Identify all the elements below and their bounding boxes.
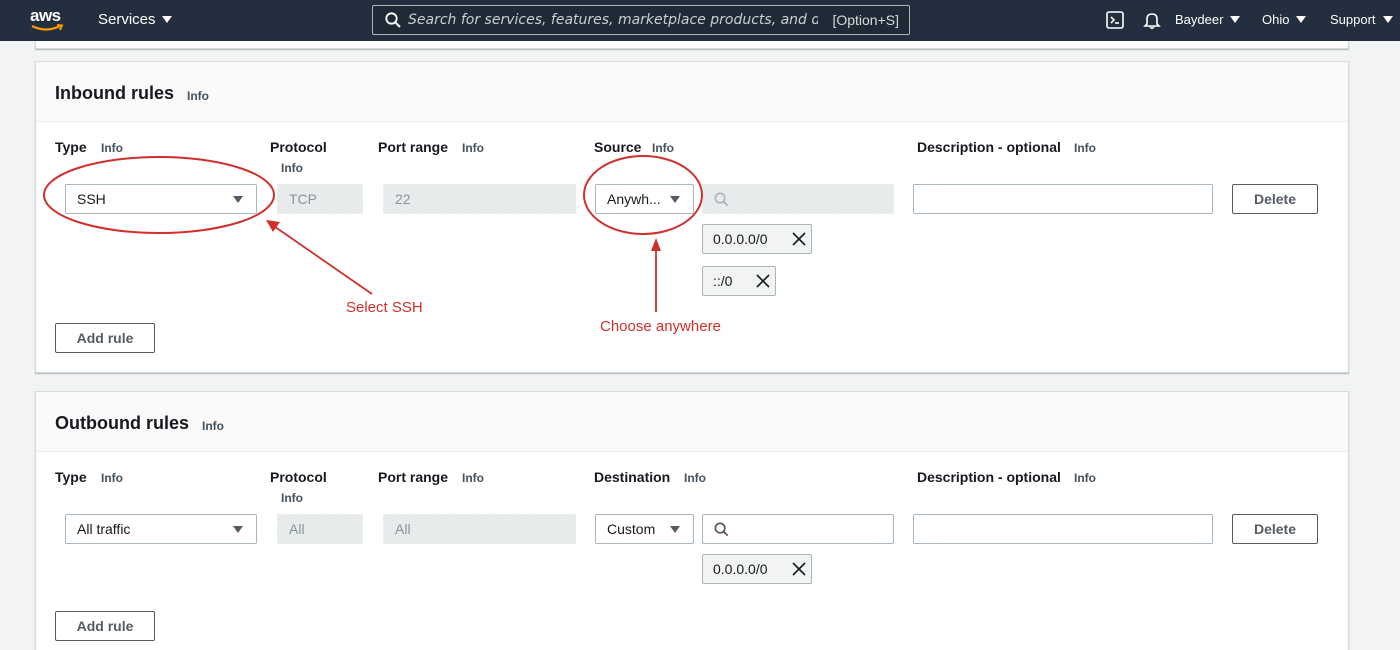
type-info-link[interactable]: Info xyxy=(101,471,123,485)
outbound-add-rule-button[interactable]: Add rule xyxy=(55,611,155,641)
chevron-down-icon xyxy=(1296,16,1307,23)
outbound-description-input[interactable] xyxy=(913,514,1213,544)
inbound-type-select[interactable]: SSH xyxy=(65,184,257,214)
source-info-link[interactable]: Info xyxy=(652,141,674,155)
protocol-info-link[interactable]: Info xyxy=(281,491,303,505)
support-menu[interactable]: Support xyxy=(1330,12,1393,27)
destination-column-label: Destination xyxy=(594,469,671,485)
caret-down-icon xyxy=(670,196,680,203)
services-label: Services xyxy=(98,11,156,28)
type-info-link[interactable]: Info xyxy=(101,141,123,155)
outbound-rules-title: Outbound rules xyxy=(55,413,189,433)
chevron-down-icon xyxy=(161,16,172,23)
aws-logo-text: aws xyxy=(30,6,61,25)
outbound-protocol-value: All xyxy=(289,521,305,537)
port-range-info-link[interactable]: Info xyxy=(462,141,484,155)
bell-icon[interactable] xyxy=(1142,10,1162,30)
close-icon[interactable] xyxy=(791,561,807,577)
inbound-port-range-value: 22 xyxy=(395,191,411,207)
description-column-label: Description - optional xyxy=(917,469,1061,485)
source-column-label: Source xyxy=(594,139,642,155)
inbound-cidr-value: ::/0 xyxy=(713,273,733,289)
description-column-label: Description - optional xyxy=(917,139,1061,155)
outbound-rules-header: Outbound rules Info xyxy=(36,392,1348,452)
inbound-protocol-field: TCP xyxy=(277,184,363,214)
inbound-protocol-value: TCP xyxy=(289,191,317,207)
outbound-rules-info-link[interactable]: Info xyxy=(202,419,224,433)
inbound-source-value: Anywh... xyxy=(607,191,661,207)
close-icon[interactable] xyxy=(791,231,807,247)
choose-anywhere-annotation: Choose anywhere xyxy=(600,318,721,335)
search-input[interactable] xyxy=(408,12,818,28)
description-info-link[interactable]: Info xyxy=(1074,141,1096,155)
inbound-type-value: SSH xyxy=(77,191,106,207)
outbound-destination-select[interactable]: Custom xyxy=(595,514,694,544)
outbound-port-range-field: All xyxy=(383,514,576,544)
inbound-cidr-token: 0.0.0.0/0 xyxy=(702,224,812,254)
port-range-info-link[interactable]: Info xyxy=(462,471,484,485)
global-search[interactable]: [Option+S] xyxy=(372,5,910,35)
search-icon xyxy=(385,12,401,28)
search-icon xyxy=(714,192,729,207)
select-ssh-annotation: Select SSH xyxy=(346,299,423,316)
aws-smile-icon xyxy=(31,24,64,31)
outbound-destination-value: Custom xyxy=(607,521,656,537)
protocol-column-label: Protocol xyxy=(270,469,327,485)
cloudshell-icon[interactable] xyxy=(1105,10,1125,30)
region-menu[interactable]: Ohio xyxy=(1262,12,1307,27)
outbound-protocol-field: All xyxy=(277,514,363,544)
close-icon[interactable] xyxy=(755,273,771,289)
inbound-cidr-token: ::/0 xyxy=(702,266,776,296)
inbound-source-select[interactable]: Anywh... xyxy=(595,184,694,214)
caret-down-icon xyxy=(670,526,680,533)
region-label: Ohio xyxy=(1262,12,1290,27)
inbound-add-rule-button[interactable]: Add rule xyxy=(55,323,155,353)
port-range-column-label: Port range xyxy=(378,139,449,155)
aws-logo[interactable]: aws xyxy=(30,6,66,34)
port-range-column-label: Port range xyxy=(378,469,449,485)
inbound-description-input[interactable] xyxy=(913,184,1213,214)
top-navigation-bar: aws Services [Option+S] Baydeer Ohio Sup… xyxy=(0,0,1400,41)
support-label: Support xyxy=(1330,12,1376,27)
caret-down-icon xyxy=(233,196,243,203)
outbound-type-value: All traffic xyxy=(77,521,131,537)
outbound-rules-panel: Outbound rules Info Type Info Protocol I… xyxy=(35,391,1349,650)
type-column-label: Type xyxy=(55,139,87,155)
search-icon xyxy=(714,522,729,537)
protocol-info-link[interactable]: Info xyxy=(281,161,303,175)
protocol-column-label: Protocol xyxy=(270,139,327,155)
type-column-label: Type xyxy=(55,469,87,485)
inbound-rules-title: Inbound rules xyxy=(55,83,174,103)
inbound-cidr-value: 0.0.0.0/0 xyxy=(713,231,768,247)
outbound-cidr-value: 0.0.0.0/0 xyxy=(713,561,768,577)
inbound-rules-header: Inbound rules Info xyxy=(36,62,1348,122)
account-label: Baydeer xyxy=(1175,12,1224,27)
inbound-delete-button[interactable]: Delete xyxy=(1232,184,1318,214)
inbound-port-range-field: 22 xyxy=(383,184,576,214)
outbound-port-range-value: All xyxy=(395,521,411,537)
caret-down-icon xyxy=(233,526,243,533)
outbound-cidr-token: 0.0.0.0/0 xyxy=(702,554,812,584)
services-menu[interactable]: Services xyxy=(98,11,172,28)
description-info-link[interactable]: Info xyxy=(1074,471,1096,485)
chevron-down-icon xyxy=(1230,16,1241,23)
inbound-rules-info-link[interactable]: Info xyxy=(187,89,209,103)
outbound-destination-search-input[interactable] xyxy=(703,515,893,543)
previous-panel-edge xyxy=(35,41,1349,49)
destination-info-link[interactable]: Info xyxy=(684,471,706,485)
account-menu[interactable]: Baydeer xyxy=(1175,12,1241,27)
inbound-source-search-field xyxy=(702,184,894,214)
search-shortcut-hint: [Option+S] xyxy=(832,12,899,28)
outbound-type-select[interactable]: All traffic xyxy=(65,514,257,544)
outbound-destination-search-field[interactable] xyxy=(702,514,894,544)
outbound-delete-button[interactable]: Delete xyxy=(1232,514,1318,544)
chevron-down-icon xyxy=(1382,16,1393,23)
